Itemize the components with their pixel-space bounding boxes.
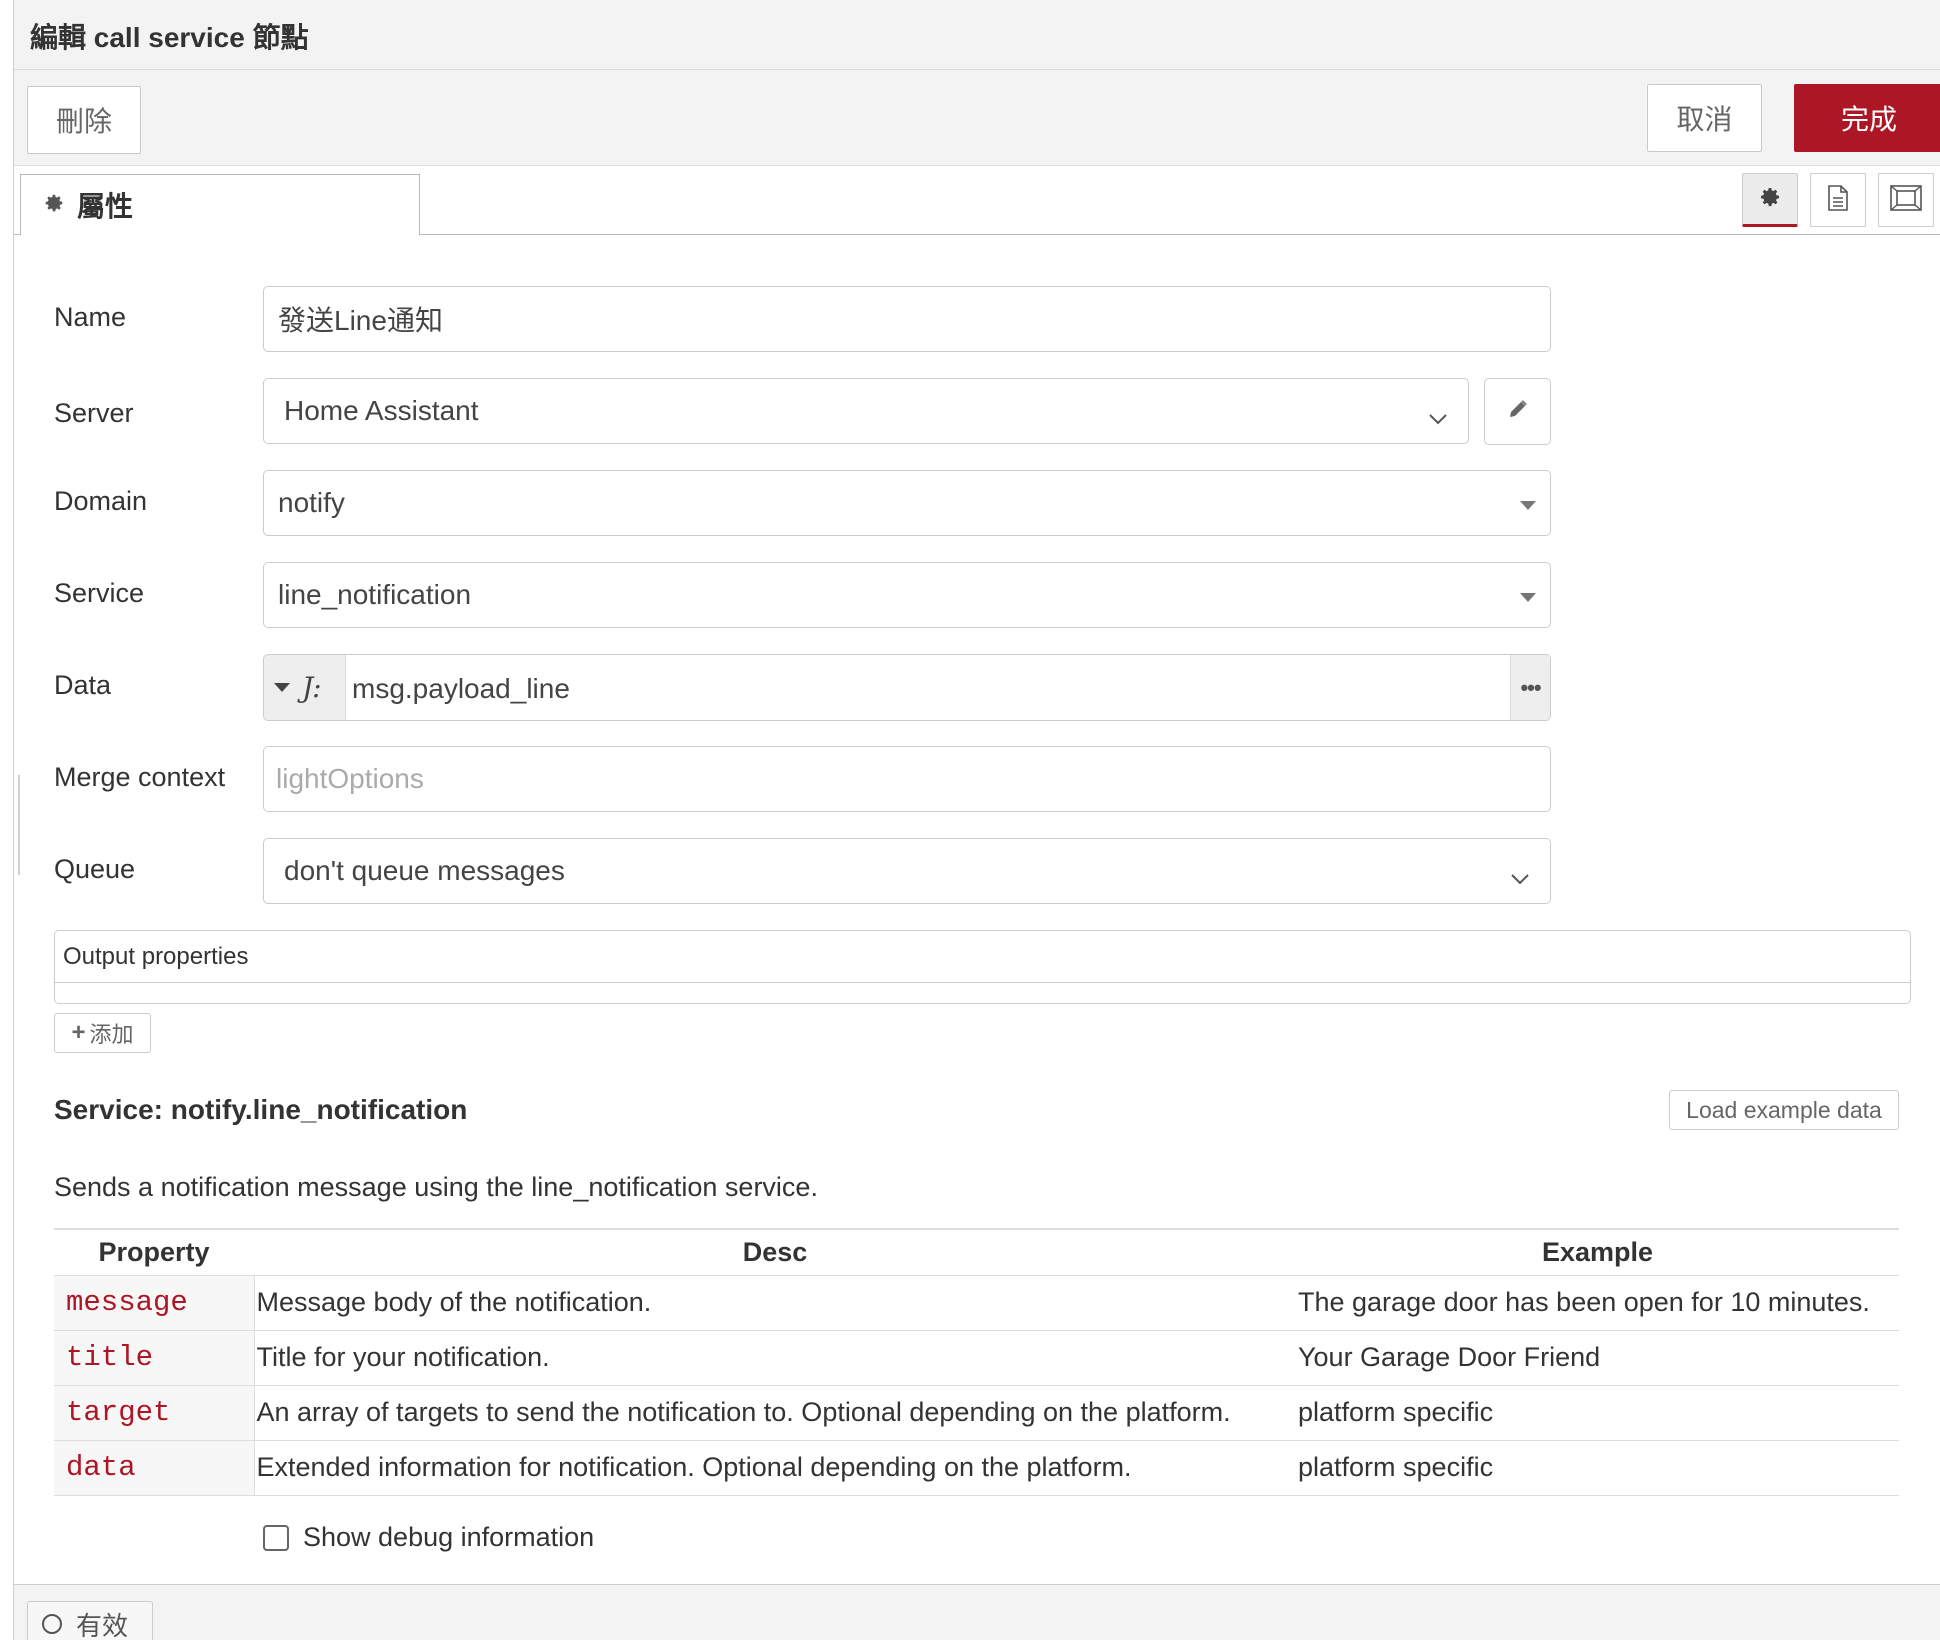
- merge-context-label: Merge context: [54, 762, 226, 792]
- column-header-example: Example: [1296, 1228, 1899, 1275]
- data-value: msg.payload_line: [352, 673, 570, 704]
- gear-icon: [43, 189, 65, 221]
- output-properties-list: Output properties: [54, 930, 1911, 1004]
- tab-settings[interactable]: [1742, 173, 1798, 227]
- domain-label: Domain: [54, 486, 148, 516]
- caret-down-icon: [1520, 501, 1536, 510]
- example-cell: platform specific: [1296, 1439, 1899, 1496]
- add-output-property-button[interactable]: + 添加: [54, 1013, 151, 1053]
- table-row: title Title for your notification. Your …: [54, 1329, 1899, 1385]
- service-description: Sends a notification message using the l…: [54, 1172, 818, 1202]
- pencil-icon: [1506, 397, 1530, 426]
- domain-value: notify: [278, 487, 345, 518]
- queue-value: don't queue messages: [284, 855, 565, 886]
- table-row: data Extended information for notificati…: [54, 1439, 1899, 1496]
- debug-option: Show debug information: [263, 1522, 594, 1553]
- delete-button[interactable]: 刪除: [27, 86, 141, 154]
- document-icon: [1827, 184, 1849, 216]
- desc-cell: Title for your notification.: [254, 1329, 1296, 1385]
- server-label: Server: [54, 398, 134, 428]
- circle-icon: [42, 1614, 62, 1634]
- caret-down-icon: [1520, 593, 1536, 602]
- node-enabled-toggle[interactable]: 有效: [27, 1601, 153, 1640]
- column-header-desc: Desc: [254, 1228, 1296, 1275]
- caret-down-icon: [274, 683, 290, 692]
- tab-appearance[interactable]: [1878, 173, 1934, 227]
- debug-label: Show debug information: [303, 1522, 595, 1552]
- column-header-property: Property: [54, 1228, 254, 1275]
- tray-title: 編輯 call service 節點: [30, 22, 309, 53]
- desc-cell: An array of targets to send the notifica…: [254, 1384, 1296, 1440]
- load-example-data-button[interactable]: Load example data: [1669, 1090, 1899, 1130]
- property-cell: title: [54, 1329, 255, 1385]
- queue-select[interactable]: don't queue messages: [263, 838, 1551, 904]
- data-type-selector[interactable]: J:: [264, 655, 346, 720]
- data-typed-input[interactable]: J: msg.payload_line •••: [263, 654, 1551, 721]
- name-input[interactable]: 發送Line通知: [263, 286, 1551, 352]
- edit-server-button[interactable]: [1484, 378, 1551, 445]
- service-label: Service: [54, 578, 145, 608]
- output-properties-header: Output properties: [55, 931, 1910, 983]
- chevron-down-icon: [1428, 401, 1448, 433]
- chevron-down-icon: [1510, 861, 1530, 893]
- example-cell: platform specific: [1296, 1384, 1899, 1440]
- service-value: line_notification: [278, 579, 472, 610]
- frame-icon: [1890, 184, 1922, 216]
- name-label: Name: [54, 302, 127, 332]
- gear-icon: [1758, 185, 1782, 214]
- add-label: 添加: [89, 1022, 134, 1047]
- table-row: target An array of targets to send the n…: [54, 1384, 1899, 1440]
- tray-toolbar: 刪除 取消 完成: [14, 70, 1940, 166]
- merge-context-input[interactable]: lightOptions: [263, 746, 1551, 812]
- property-cell: target: [54, 1384, 255, 1440]
- done-button[interactable]: 完成: [1794, 84, 1940, 152]
- tab-properties[interactable]: 屬性: [20, 174, 420, 236]
- server-select[interactable]: Home Assistant: [263, 378, 1469, 444]
- example-cell: Your Garage Door Friend: [1296, 1329, 1899, 1385]
- table-header-row: Property Desc Example: [54, 1228, 1899, 1275]
- json-type-icon: J:: [302, 671, 322, 704]
- debug-checkbox[interactable]: [263, 1524, 289, 1551]
- data-expand-button[interactable]: •••: [1510, 655, 1550, 720]
- tray-header: 編輯 call service 節點: [14, 0, 1940, 70]
- domain-select[interactable]: notify: [263, 470, 1551, 536]
- desc-cell: Message body of the notification.: [254, 1274, 1296, 1330]
- tab-properties-label: 屬性: [77, 191, 134, 222]
- data-label: Data: [54, 670, 112, 700]
- resize-handle[interactable]: [14, 775, 20, 875]
- edit-tray: 編輯 call service 節點 刪除 取消 完成 屬性 Name 發送Li…: [13, 0, 1940, 1640]
- service-fields-table: Property Desc Example message Message bo…: [54, 1228, 1899, 1496]
- plus-icon: +: [71, 1019, 86, 1046]
- property-cell: data: [54, 1439, 255, 1496]
- property-cell: message: [54, 1274, 255, 1330]
- example-cell: The garage door has been open for 10 min…: [1296, 1274, 1899, 1330]
- tab-bar: 屬性: [14, 167, 1940, 236]
- cancel-button[interactable]: 取消: [1647, 84, 1762, 152]
- service-select[interactable]: line_notification: [263, 562, 1551, 628]
- tab-description[interactable]: [1810, 173, 1866, 227]
- desc-cell: Extended information for notification. O…: [254, 1439, 1296, 1496]
- queue-label: Queue: [54, 854, 136, 884]
- merge-context-placeholder: lightOptions: [276, 763, 424, 794]
- name-value: 發送Line通知: [278, 305, 443, 336]
- service-title: Service: notify.line_notification: [54, 1094, 468, 1125]
- server-value: Home Assistant: [284, 395, 479, 426]
- table-row: message Message body of the notification…: [54, 1274, 1899, 1330]
- enabled-label: 有效: [76, 1610, 129, 1640]
- tray-footer: 有效: [14, 1584, 1940, 1640]
